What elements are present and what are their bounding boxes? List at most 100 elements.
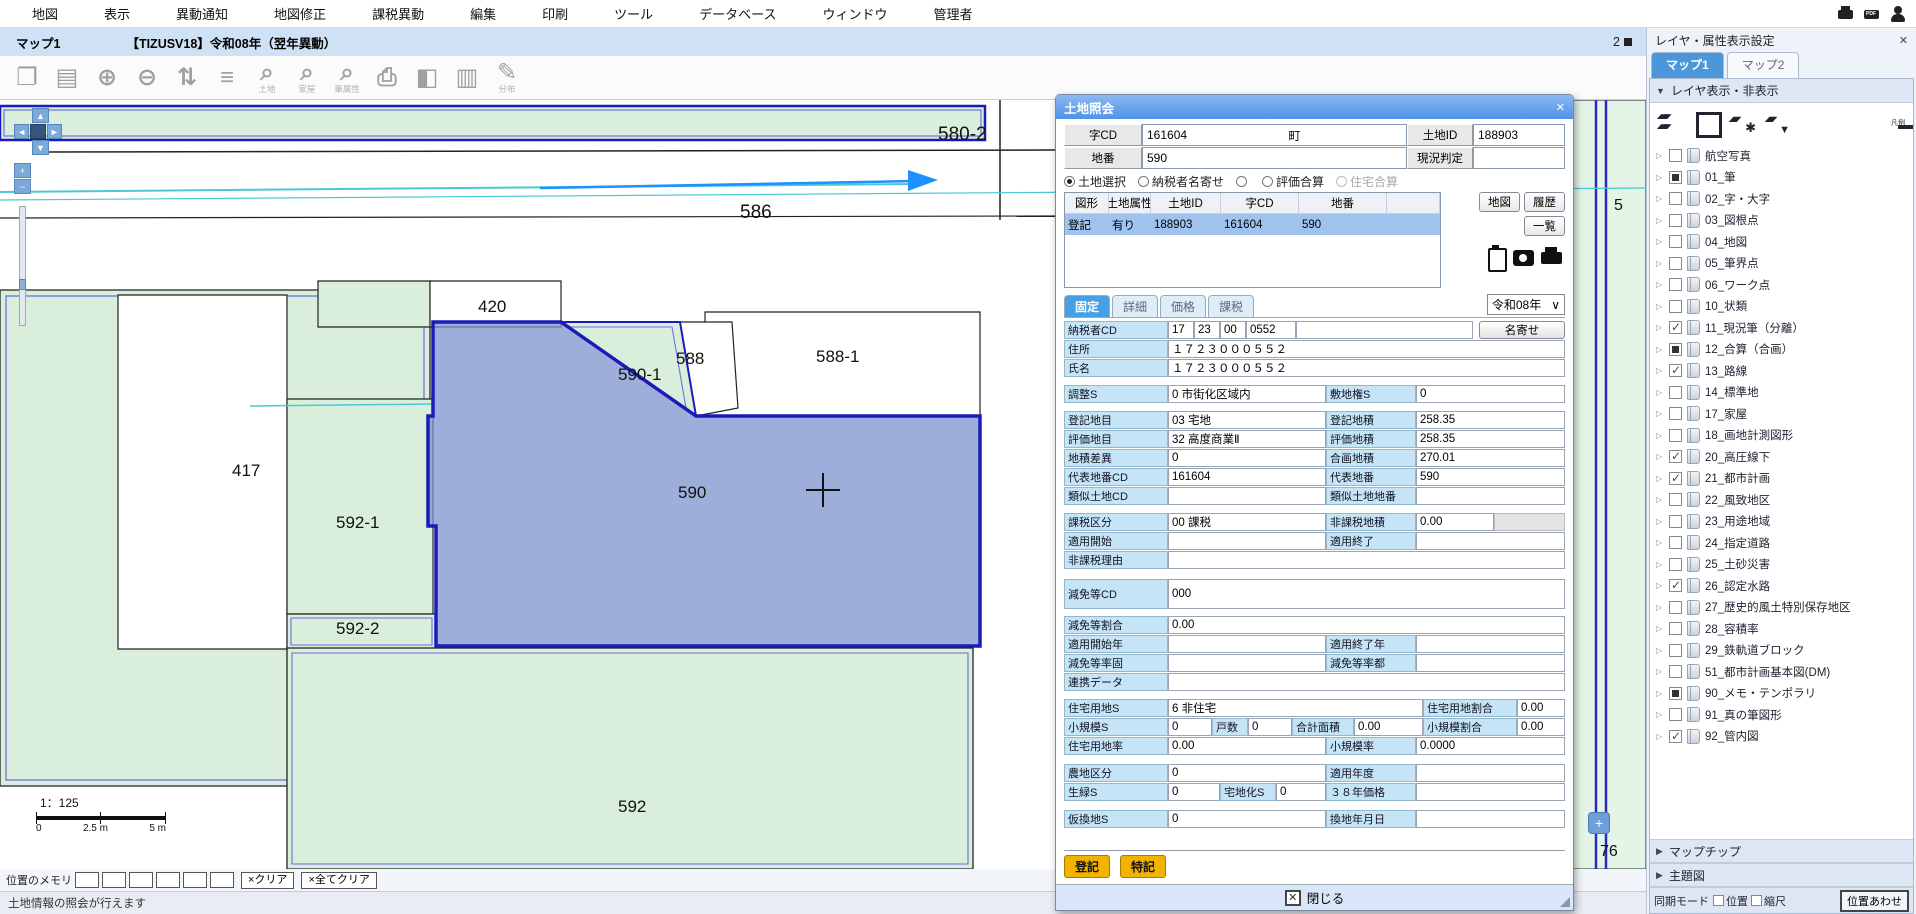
clear-button[interactable]: ×クリア xyxy=(241,872,294,889)
layer-row[interactable]: ▷ 05_筆界点 xyxy=(1650,253,1913,275)
field-cell[interactable] xyxy=(1416,810,1565,828)
layer-row[interactable]: ▷ 29_鉄軌道ブロック xyxy=(1650,640,1913,662)
field-cell[interactable]: 590 xyxy=(1416,468,1565,486)
expander-icon[interactable]: ▷ xyxy=(1656,624,1664,633)
toolbar-button[interactable]: ◧ xyxy=(410,59,444,97)
pan-up-button[interactable]: ▲ xyxy=(32,108,49,123)
dialog-tab[interactable]: 価格 xyxy=(1160,295,1206,317)
printer-icon[interactable] xyxy=(1539,244,1565,270)
field-cell[interactable]: 0 xyxy=(1248,718,1292,736)
layer-checkbox[interactable] xyxy=(1669,386,1682,399)
layer-checkbox[interactable] xyxy=(1669,687,1682,700)
expander-icon[interactable]: ▷ xyxy=(1656,689,1664,698)
print-pdf-icon[interactable] xyxy=(1862,4,1882,24)
field-cell[interactable]: 00 課税 xyxy=(1168,513,1326,531)
close-x-icon[interactable]: ✕ xyxy=(1285,890,1301,906)
menu-item[interactable]: 印刷 xyxy=(542,4,568,23)
memory-slot[interactable] xyxy=(75,872,99,888)
layer-checkbox[interactable] xyxy=(1669,558,1682,571)
toolbar-button[interactable]: ⊕ xyxy=(90,59,124,97)
camera-icon[interactable] xyxy=(1511,244,1537,270)
resize-grip[interactable] xyxy=(1560,897,1570,907)
menu-item[interactable]: データベース xyxy=(699,4,776,23)
result-col-header[interactable]: 地番 xyxy=(1299,193,1387,214)
menu-item[interactable]: 編集 xyxy=(470,4,496,23)
field-cell[interactable] xyxy=(1416,654,1565,672)
toolbar-button[interactable]: ⊖ xyxy=(130,59,164,97)
layer-row[interactable]: ▷ 22_風致地区 xyxy=(1650,489,1913,511)
layer-checkbox[interactable] xyxy=(1669,601,1682,614)
layer-row[interactable]: ▷ 12_合算（合画） xyxy=(1650,339,1913,361)
close-label[interactable]: 閉じる xyxy=(1307,888,1345,907)
pan-center-button[interactable] xyxy=(30,124,45,139)
expander-icon[interactable]: ▷ xyxy=(1656,237,1664,246)
layer-checkbox[interactable] xyxy=(1669,364,1682,377)
menu-item[interactable]: 課税異動 xyxy=(372,4,424,23)
field-cell[interactable]: 23 xyxy=(1194,321,1220,339)
dialog-tab[interactable]: 詳細 xyxy=(1112,295,1158,317)
layer-checkbox[interactable] xyxy=(1669,708,1682,721)
field-cell[interactable] xyxy=(1168,635,1326,653)
layer-row[interactable]: ▷ 14_標準地 xyxy=(1650,382,1913,404)
parcel-top-strip[interactable] xyxy=(0,106,985,140)
sidebar-close-icon[interactable]: ✕ xyxy=(1899,34,1908,47)
layer-row[interactable]: ▷ 28_容積率 xyxy=(1650,618,1913,640)
layers-icon[interactable] xyxy=(1658,110,1684,136)
expander-icon[interactable]: ▷ xyxy=(1656,151,1664,160)
field-cell[interactable] xyxy=(1296,321,1473,339)
tab-map1[interactable]: マップ1 xyxy=(0,33,74,52)
layer-row[interactable]: ▷ 23_用途地域 xyxy=(1650,511,1913,533)
layer-row[interactable]: ▷ 04_地図 xyxy=(1650,231,1913,253)
window-counter[interactable]: 2 xyxy=(1613,35,1646,49)
expander-icon[interactable]: ▷ xyxy=(1656,259,1664,268)
mode-radio[interactable]: 土地選択 xyxy=(1064,173,1126,190)
zoom-slider-handle[interactable] xyxy=(19,279,26,290)
menu-item[interactable]: 管理者 xyxy=(934,4,973,23)
layer-row[interactable]: ▷ 25_土砂災害 xyxy=(1650,554,1913,576)
expander-icon[interactable]: ▷ xyxy=(1656,302,1664,311)
pan-left-button[interactable]: ◄ xyxy=(14,124,29,139)
expander-icon[interactable]: ▷ xyxy=(1656,710,1664,719)
expander-icon[interactable]: ▷ xyxy=(1656,280,1664,289)
layer-row[interactable]: ▷ 03_図根点 xyxy=(1650,210,1913,232)
expander-icon[interactable]: ▷ xyxy=(1656,409,1664,418)
expander-icon[interactable]: ▷ xyxy=(1656,431,1664,440)
map-zoom-in-button[interactable]: + xyxy=(14,163,31,178)
memory-slot[interactable] xyxy=(156,872,180,888)
field-cell[interactable]: 000 xyxy=(1168,579,1565,609)
layer-row[interactable]: ▷ 10_状類 xyxy=(1650,296,1913,318)
field-cell[interactable]: １７２３０００５５２ xyxy=(1168,340,1565,358)
expander-icon[interactable]: ▷ xyxy=(1656,323,1664,332)
field-cell[interactable]: 0.00 xyxy=(1416,513,1494,531)
layer-row[interactable]: ▷ 01_筆 xyxy=(1650,167,1913,189)
layer-row[interactable]: ▷ 02_字・大字 xyxy=(1650,188,1913,210)
clipboard-icon[interactable] xyxy=(1483,244,1509,270)
history-button[interactable]: 履歴 xyxy=(1524,192,1565,212)
field-cell[interactable]: 161604 xyxy=(1168,468,1326,486)
field-cell[interactable]: 0.00 xyxy=(1354,718,1423,736)
layer-checkbox[interactable] xyxy=(1669,149,1682,162)
layer-row[interactable]: ▷ 26_認定水路 xyxy=(1650,575,1913,597)
sidebar-map-tab[interactable]: マップ2 xyxy=(1727,52,1800,78)
map-zoom-out-button[interactable]: − xyxy=(14,179,31,194)
field-cell[interactable]: １７２３０００５５２ xyxy=(1168,359,1565,377)
tochi-id-value[interactable]: 188903 xyxy=(1473,124,1565,146)
memory-slot[interactable] xyxy=(129,872,153,888)
toolbar-button[interactable]: ≡ xyxy=(210,59,244,97)
field-cell[interactable] xyxy=(1168,532,1326,550)
layer-checkbox[interactable] xyxy=(1669,515,1682,528)
expander-icon[interactable]: ▷ xyxy=(1656,474,1664,483)
menu-item[interactable]: 異動通知 xyxy=(176,4,228,23)
result-row-selected[interactable]: 登記有り188903161604590 xyxy=(1065,214,1440,235)
result-col-header[interactable]: 字CD xyxy=(1221,193,1299,214)
sync-check[interactable]: 位置 xyxy=(1713,893,1748,909)
expander-icon[interactable]: ▷ xyxy=(1656,495,1664,504)
field-cell[interactable]: 0.00 xyxy=(1168,616,1565,634)
toolbar-button[interactable]: ❐ xyxy=(10,59,44,97)
toolbar-button[interactable]: ⌕ 筆属性 xyxy=(330,59,364,97)
orange-action-button[interactable]: 特記 xyxy=(1120,855,1166,878)
field-cell[interactable]: 258.35 xyxy=(1416,411,1565,429)
expander-icon[interactable]: ▷ xyxy=(1656,667,1664,676)
field-cell[interactable]: 0552 xyxy=(1246,321,1296,339)
layer-checkbox[interactable] xyxy=(1669,235,1682,248)
